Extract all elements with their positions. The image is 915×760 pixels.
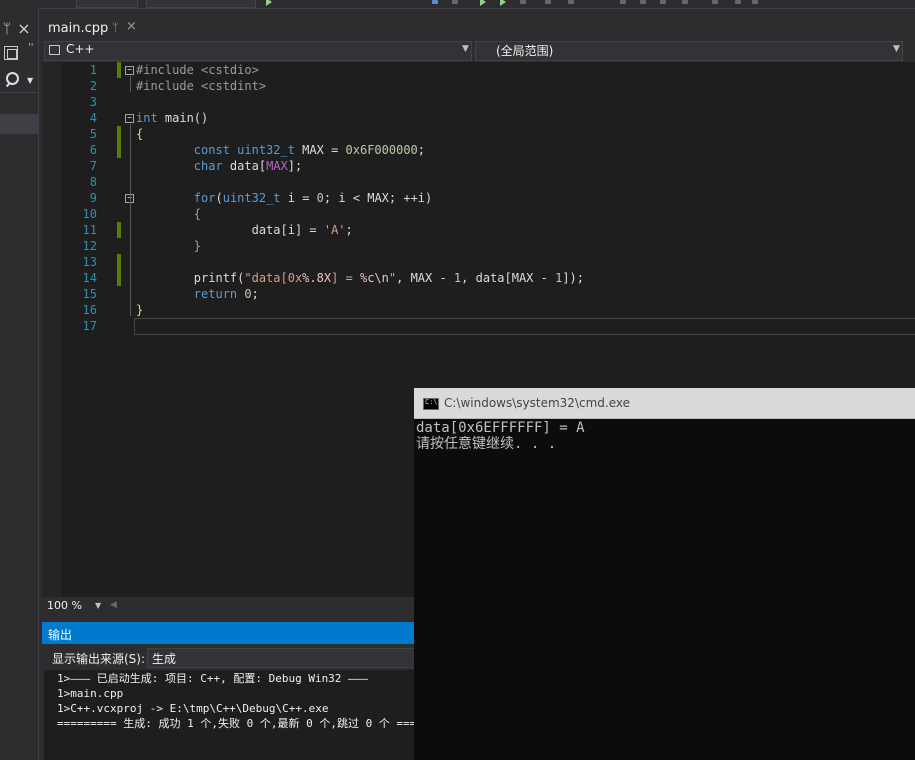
chevron-down-icon[interactable]: ▼ [27,76,33,85]
line-number: 7 [89,159,97,173]
line-number: 11 [82,223,97,237]
line-number: 17 [82,319,97,333]
solution-platform-combo[interactable] [146,0,256,8]
fold-collapse-icon[interactable]: − [125,114,134,123]
line-number: 6 [89,143,97,157]
close-icon[interactable]: × [126,19,137,34]
solution-explorer-icon [7,49,17,59]
output-line: 1>C++.vcxproj -> E:\tmp\C++\Debug\C++.ex… [57,702,329,715]
line-number: 5 [89,127,97,141]
chevron-down-icon[interactable]: ▼ [893,44,900,54]
toolbar-icon[interactable] [752,0,758,4]
project-icon [49,45,60,55]
code-line[interactable]: #include <cstdint> [136,78,266,94]
pin-icon[interactable]: ᛘ [112,21,119,34]
code-line[interactable]: } [136,238,201,254]
change-marker [117,126,121,158]
solution-config-combo[interactable] [76,0,138,8]
scope-label: (全局范围) [496,44,554,58]
output-line: ========= 生成: 成功 1 个,失败 0 个,最新 0 个,跳过 0 … [57,717,463,730]
console-line: data[0x6EFFFFFF] = A [416,420,585,436]
toolbar-icon[interactable] [520,0,526,4]
line-number: 2 [89,79,97,93]
editor-margin [42,62,62,597]
line-number: 14 [82,271,97,285]
code-line[interactable]: const uint32_t MAX = 0x6F000000; [136,142,425,158]
code-line[interactable]: for(uint32_t i = 0; i < MAX; ++i) [136,190,432,206]
chevron-down-icon[interactable]: ▼ [462,44,469,54]
run-icon[interactable] [480,0,486,6]
toolbar-icon[interactable] [545,0,551,4]
fold-guide [130,76,131,92]
output-source-value: 生成 [152,652,177,666]
current-line-highlight [134,318,915,335]
line-number: 4 [89,111,97,125]
project-combo[interactable] [44,41,472,61]
output-source-select[interactable] [147,648,447,668]
line-number: 1 [89,63,97,77]
zoom-level[interactable]: 100 % [47,599,82,612]
toolbar-icon[interactable] [640,0,646,4]
toolbar-icon[interactable] [432,0,438,4]
fold-collapse-icon[interactable]: − [125,66,134,75]
line-number: 3 [89,95,97,109]
console-line: 请按任意键继续. . . [416,436,557,452]
output-line: 1>main.cpp [57,687,124,700]
fold-guide [130,204,131,256]
toolbar-icon[interactable] [682,0,688,4]
toolbar-icon[interactable] [452,0,458,4]
line-number: 9 [89,191,97,205]
line-number: 16 [82,303,97,317]
change-marker [117,254,121,286]
toolbar-icon[interactable] [568,0,574,4]
toolbar-icon[interactable] [660,0,666,4]
code-line[interactable]: printf("data[0x%.8X] = %c\n", MAX - 1, d… [136,270,584,286]
pin-icon[interactable]: ᛘ [0,20,14,38]
scroll-left-icon[interactable]: ◀ [110,600,117,610]
output-panel-title: 输出 [48,628,73,642]
output-source-label: 显示输出来源(S): [52,652,146,666]
code-line[interactable]: int main() [136,110,208,126]
code-line[interactable]: data[i] = 'A'; [136,222,353,238]
line-number: 8 [89,175,97,189]
line-number: 13 [82,255,97,269]
chevron-down-icon[interactable]: ▼ [95,601,101,610]
strip-selected-item[interactable] [0,114,38,134]
code-line[interactable]: return 0; [136,286,259,302]
toolbar-icon[interactable] [620,0,626,4]
line-number: 10 [82,207,97,221]
close-icon[interactable]: × [16,20,32,38]
strip-divider [0,92,38,93]
line-number: 12 [82,239,97,253]
console-title: C:\windows\system32\cmd.exe [444,396,630,410]
code-line[interactable]: char data[MAX]; [136,158,302,174]
line-number: 15 [82,287,97,301]
toolbar-icon[interactable] [712,0,718,4]
more-icon[interactable]: '' [28,42,34,53]
code-line[interactable]: #include <cstdio> [136,62,259,78]
code-line[interactable]: } [136,302,143,318]
run-icon[interactable] [500,0,506,6]
code-line[interactable]: { [136,126,143,142]
toolbar-icon[interactable] [735,0,741,4]
output-line: 1>——— 已启动生成: 项目: C++, 配置: Debug Win32 ——… [57,672,368,685]
code-line[interactable]: { [136,206,201,222]
start-debug-icon[interactable] [266,0,272,6]
change-marker [117,222,121,238]
console-prompt-icon: C:\ [425,398,438,406]
project-label: C++ [66,42,95,56]
change-marker [117,62,121,78]
tab-label[interactable]: main.cpp [48,21,108,36]
